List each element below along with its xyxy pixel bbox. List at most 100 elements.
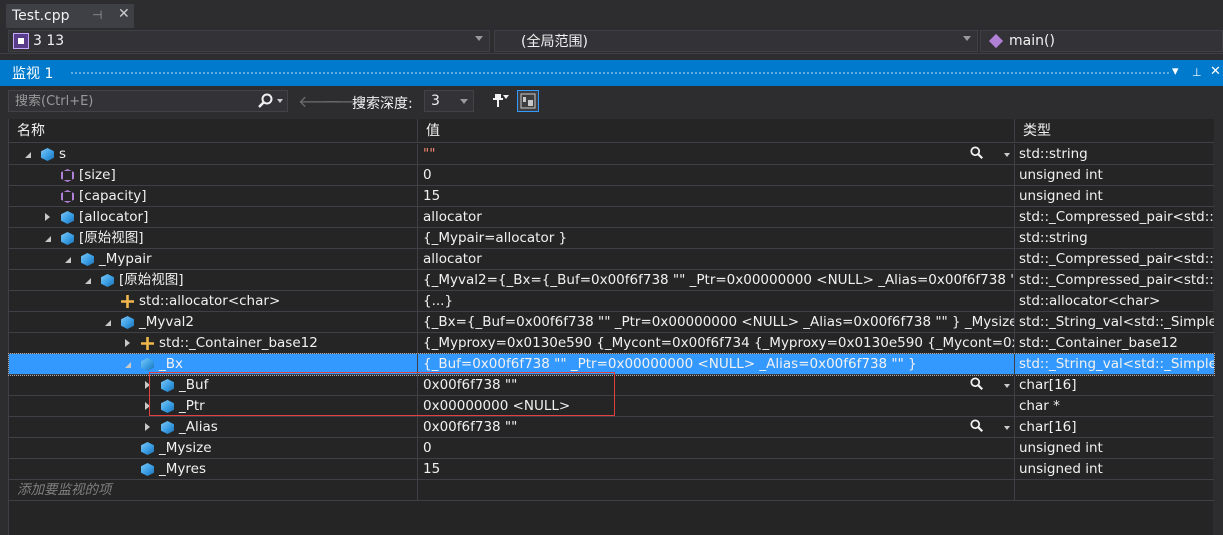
collapsed-arrow-icon[interactable] [145, 402, 150, 410]
watch-row-value-cell[interactable]: allocator [418, 207, 1015, 228]
watch-row-name-cell[interactable]: [allocator] [9, 207, 418, 228]
watch-row-value-cell[interactable]: 0x00f6f738 "" [418, 417, 1015, 438]
watch-row-value-cell[interactable]: 0 [418, 165, 1015, 186]
column-header-value[interactable]: 值 [418, 119, 1015, 143]
watch-row-value-cell[interactable]: "" [418, 144, 1015, 165]
watch-row-name-cell[interactable]: _Myres [9, 459, 418, 480]
expanded-arrow-icon[interactable] [65, 257, 71, 263]
property-icon [61, 169, 74, 182]
watch-row[interactable]: _Mypair allocator std::_Compressed_pair<st… [9, 249, 1214, 270]
watch-row-name-cell[interactable]: _Bx [9, 354, 418, 375]
watch-row-name-cell[interactable]: _Myval2 [9, 312, 418, 333]
watch-row-name-cell[interactable]: [原始视图] [9, 228, 418, 249]
column-header-type[interactable]: 类型 [1015, 119, 1214, 143]
project-combo[interactable]: 3 13 [8, 30, 490, 52]
watch-row-name-cell[interactable]: _Alias [9, 417, 418, 438]
watch-row[interactable]: s "" std::string [9, 144, 1214, 165]
expanded-arrow-icon[interactable] [105, 320, 111, 326]
watch-row[interactable]: _Bx {_Buf=0x00f6f738 "" _Ptr=0x00000000 <… [8, 353, 1215, 376]
watch-row[interactable]: [capacity] 15 unsigned int [9, 186, 1214, 207]
text-visualizer-icon[interactable] [970, 419, 984, 438]
watch-row-name-cell[interactable]: _Mypair [9, 249, 418, 270]
add-watch-input[interactable]: 添加要监视的项 [9, 480, 418, 501]
watch-row-type: char * [1019, 398, 1060, 414]
document-tab[interactable]: Test.cpp ⊣ ✕ [6, 4, 134, 28]
collapsed-arrow-icon[interactable] [45, 213, 50, 221]
watch-row-value: 0x00000000 <NULL> [423, 398, 571, 414]
watch-row-value-cell[interactable]: allocator [418, 249, 1015, 270]
search-depth-label: 搜索深度: [352, 96, 413, 112]
search-icon[interactable] [257, 93, 273, 113]
add-watch-row[interactable]: 添加要监视的项 [9, 480, 1214, 501]
member-combo[interactable]: main() [980, 30, 1223, 52]
visualizer-dropdown-icon[interactable] [1004, 384, 1010, 388]
watch-row-name-cell[interactable]: [size] [9, 165, 418, 186]
window-menu-icon[interactable]: ▾ [1172, 64, 1179, 79]
watch-row-value-cell[interactable]: {_Buf=0x00f6f738 "" _Ptr=0x00000000 <NUL… [418, 354, 1015, 375]
watch-row-value-cell[interactable]: {...} [418, 291, 1015, 312]
window-close-icon[interactable]: ✕ [1210, 64, 1221, 79]
search-options-dropdown[interactable] [277, 99, 283, 103]
watch-row-value-cell[interactable]: 0 [418, 438, 1015, 459]
watch-row[interactable]: [allocator] allocator std::_Compressed_pai… [9, 207, 1214, 228]
watch-row-value: allocator [423, 209, 482, 225]
watch-row-value-cell[interactable]: 0x00f6f738 "" [418, 375, 1015, 396]
search-input[interactable] [15, 93, 245, 109]
watch-row-value-cell[interactable]: {_Bx={_Buf=0x00f6f738 "" _Ptr=0x00000000… [418, 312, 1015, 333]
watch-row-value-cell[interactable]: {_Myproxy=0x0130e590 {_Mycont=0x00f6f734… [418, 333, 1015, 354]
watch-row-type: std::allocator<char> [1019, 293, 1161, 309]
expanded-arrow-icon[interactable] [45, 236, 51, 242]
watch-row-type: unsigned int [1019, 167, 1103, 183]
expanded-arrow-icon[interactable] [85, 278, 91, 284]
watch-row-name-cell[interactable]: _Mysize [9, 438, 418, 459]
watch-row[interactable]: std::allocator<char> {...} std::allocator<… [9, 291, 1214, 312]
watch-row[interactable]: _Ptr 0x00000000 <NULL> char * [9, 396, 1214, 417]
watch-row[interactable]: [size] 0 unsigned int [9, 165, 1214, 186]
column-header-name[interactable]: 名称 [9, 119, 418, 143]
watch-row[interactable]: _Alias 0x00f6f738 "" char[16] [9, 417, 1214, 438]
expanded-arrow-icon[interactable] [25, 152, 31, 158]
visualizer-dropdown-icon[interactable] [1004, 426, 1010, 430]
watch-row-value-cell[interactable]: {_Myval2={_Bx={_Buf=0x00f6f738 "" _Ptr=0… [418, 270, 1015, 291]
watch-row-name-cell[interactable]: _Buf [9, 375, 418, 396]
window-pin-icon[interactable]: ⊥ [1192, 66, 1202, 79]
hex-display-button[interactable] [517, 90, 539, 112]
watch-row-value-cell[interactable]: 0x00000000 <NULL> [418, 396, 1015, 417]
search-box[interactable] [8, 90, 288, 112]
watch-row-type: std::_String_val<std::_Simple... [1019, 356, 1214, 372]
pin-icon[interactable]: ⊣ [92, 8, 102, 22]
watch-row-value-cell[interactable]: 15 [418, 186, 1015, 207]
watch-row[interactable]: _Buf 0x00f6f738 "" char[16] [9, 375, 1214, 396]
visualizer-dropdown-icon[interactable] [1004, 153, 1010, 157]
search-depth-combo[interactable]: 3 [424, 90, 474, 112]
collapsed-arrow-icon[interactable] [145, 381, 150, 389]
watch-row-value-cell[interactable]: 15 [418, 459, 1015, 480]
watch-row[interactable]: _Myval2 {_Bx={_Buf=0x00f6f738 "" _Ptr=0x0… [9, 312, 1214, 333]
expanded-arrow-icon[interactable] [125, 362, 131, 368]
watch-row-value: {_Buf=0x00f6f738 "" _Ptr=0x00000000 <NUL… [423, 356, 917, 372]
watch-row[interactable]: _Myres 15 unsigned int [9, 459, 1214, 480]
hex-display-icon [520, 93, 536, 109]
watch-row-type: unsigned int [1019, 188, 1103, 204]
watch-row[interactable]: [原始视图] {_Mypair=allocator } std::string [9, 228, 1214, 249]
watch-row[interactable]: [原始视图] {_Myval2={_Bx={_Buf=0x00f6f738 "" … [9, 270, 1214, 291]
scope-combo[interactable]: (全局范围) [494, 30, 978, 52]
close-icon[interactable]: ✕ [118, 6, 130, 22]
text-visualizer-icon[interactable] [970, 377, 984, 396]
watch-row-name-cell[interactable]: [capacity] [9, 186, 418, 207]
watch-row-name-cell[interactable]: [原始视图] [9, 270, 418, 291]
watch-row-value-cell[interactable]: {_Mypair=allocator } [418, 228, 1015, 249]
watch-row-name-cell[interactable]: std::_Container_base12 [9, 333, 418, 354]
watch-row[interactable]: std::_Container_base12 {_Myproxy=0x0130e5… [9, 333, 1214, 354]
watch-row-name-cell[interactable]: _Ptr [9, 396, 418, 417]
collapsed-arrow-icon[interactable] [145, 423, 150, 431]
watch-row-value: {_Myproxy=0x0130e590 {_Mycont=0x00f6f734… [423, 335, 1015, 351]
watch-row-name: _Ptr [179, 398, 205, 414]
watch-row-name-cell[interactable]: std::allocator<char> [9, 291, 418, 312]
watch-row-name-cell[interactable]: s [9, 144, 418, 165]
pin-filter-button[interactable] [490, 90, 512, 112]
collapsed-arrow-icon[interactable] [125, 339, 130, 347]
text-visualizer-icon[interactable] [970, 146, 984, 165]
watch-row[interactable]: _Mysize 0 unsigned int [9, 438, 1214, 459]
field-icon [81, 253, 94, 266]
